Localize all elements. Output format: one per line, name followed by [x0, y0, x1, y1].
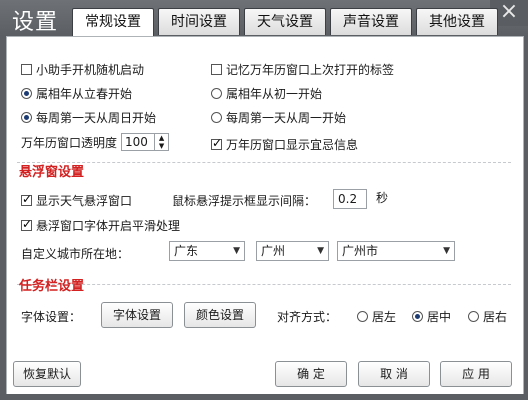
city-select[interactable]: 广州 ▼ — [256, 241, 329, 261]
opacity-spinner[interactable]: ▲ ▼ — [155, 133, 170, 151]
remember-tab-checkbox[interactable] — [211, 64, 222, 75]
align-center-radio-row[interactable]: 居中 — [412, 308, 451, 325]
year-lichun-radio-row[interactable]: 属相年从立春开始 — [21, 85, 132, 102]
tab-general[interactable]: 常规设置 — [72, 8, 154, 37]
apply-button[interactable]: 应 用 — [440, 361, 512, 387]
window-bottom-edge — [0, 394, 528, 400]
align-label: 对齐方式： — [277, 310, 338, 324]
align-center-radio[interactable] — [412, 311, 423, 322]
remember-tab-label: 记忆万年历窗口上次打开的标签 — [226, 63, 395, 77]
opacity-label: 万年历窗口透明度 — [21, 135, 118, 150]
tab-bar: 常规设置 时间设置 天气设置 声音设置 其他设置 — [72, 8, 498, 37]
smooth-font-checkbox[interactable] — [21, 217, 32, 231]
city-value: 广州 — [261, 244, 286, 258]
divider — [17, 284, 511, 285]
smooth-font-label: 悬浮窗口字体开启平滑处理 — [36, 219, 181, 233]
cancel-button[interactable]: 取 消 — [358, 361, 430, 387]
chevron-down-icon: ▼ — [443, 246, 450, 256]
year-lichun-radio[interactable] — [21, 88, 32, 99]
tab-sound[interactable]: 声音设置 — [330, 8, 412, 35]
startup-label: 小助手开机随机启动 — [36, 63, 145, 77]
chevron-down-icon: ▼ — [317, 246, 324, 256]
align-right-radio-row[interactable]: 居右 — [468, 308, 507, 325]
align-left-label: 居左 — [372, 310, 397, 324]
font-setting-label: 字体设置： — [21, 310, 82, 324]
district-select[interactable]: 广州市 ▼ — [337, 241, 455, 261]
show-yiji-label: 万年历窗口显示宜忌信息 — [226, 138, 359, 152]
show-weather-label: 显示天气悬浮窗口 — [36, 194, 133, 208]
window-title: 设置 — [12, 10, 59, 35]
ok-button[interactable]: 确 定 — [275, 361, 347, 387]
opacity-input[interactable]: 100 — [121, 133, 156, 151]
hover-interval-label: 鼠标悬浮提示框显示间隔： — [172, 194, 317, 208]
week-sunday-radio[interactable] — [21, 112, 32, 123]
tab-weather[interactable]: 天气设置 — [244, 8, 326, 35]
tab-time[interactable]: 时间设置 — [158, 8, 240, 35]
spin-up-icon[interactable]: ▲ — [159, 134, 164, 142]
week-sunday-radio-row[interactable]: 每周第一天从周日开始 — [21, 109, 156, 126]
align-right-label: 居右 — [483, 310, 508, 324]
show-yiji-checkbox[interactable] — [211, 136, 222, 150]
year-chuyi-label: 属相年从初一开始 — [226, 87, 323, 101]
smooth-font-checkbox-row[interactable]: 悬浮窗口字体开启平滑处理 — [21, 217, 180, 234]
show-yiji-checkbox-row[interactable]: 万年历窗口显示宜忌信息 — [211, 136, 358, 153]
show-weather-checkbox[interactable] — [21, 192, 32, 206]
startup-checkbox[interactable] — [21, 64, 32, 75]
opacity-row: 万年历窗口透明度 100 ▲ ▼ — [21, 133, 170, 151]
settings-window: 设置 × 常规设置 时间设置 天气设置 声音设置 其他设置 小助手开机随机启动 … — [0, 0, 528, 400]
province-value: 广东 — [174, 244, 199, 258]
hover-interval-row: 0.2 — [333, 189, 367, 209]
spin-down-icon[interactable]: ▼ — [159, 142, 164, 150]
province-select[interactable]: 广东 ▼ — [169, 241, 245, 261]
align-right-radio[interactable] — [468, 311, 479, 322]
district-value: 广州市 — [342, 244, 379, 258]
font-setting-button[interactable]: 字体设置 — [101, 302, 173, 328]
year-chuyi-radio-row[interactable]: 属相年从初一开始 — [211, 85, 322, 102]
week-monday-radio-row[interactable]: 每周第一天从周一开始 — [211, 109, 346, 126]
restore-default-button[interactable]: 恢复默认 — [13, 361, 81, 387]
align-left-radio-row[interactable]: 居左 — [357, 308, 396, 325]
chevron-down-icon: ▼ — [233, 246, 240, 256]
show-weather-checkbox-row[interactable]: 显示天气悬浮窗口 — [21, 192, 132, 209]
year-chuyi-radio[interactable] — [211, 88, 222, 99]
divider — [17, 162, 511, 163]
city-label: 自定义城市所在地： — [21, 247, 130, 261]
align-center-label: 居中 — [427, 310, 452, 324]
hover-unit: 秒 — [376, 191, 389, 205]
week-monday-radio[interactable] — [211, 112, 222, 123]
year-lichun-label: 属相年从立春开始 — [36, 87, 133, 101]
startup-checkbox-row[interactable]: 小助手开机随机启动 — [21, 61, 144, 78]
week-monday-label: 每周第一天从周一开始 — [226, 111, 347, 125]
align-left-radio[interactable] — [357, 311, 368, 322]
float-section-title: 悬浮窗设置 — [19, 165, 85, 180]
color-setting-button[interactable]: 颜色设置 — [184, 302, 256, 328]
hover-interval-input[interactable]: 0.2 — [333, 189, 367, 209]
taskbar-section-title: 任务栏设置 — [19, 279, 85, 294]
tab-other[interactable]: 其他设置 — [416, 8, 498, 35]
settings-panel: 小助手开机随机启动 记忆万年历窗口上次打开的标签 属相年从立春开始 属相年从初一… — [6, 36, 524, 396]
week-sunday-label: 每周第一天从周日开始 — [36, 111, 157, 125]
remember-tab-checkbox-row[interactable]: 记忆万年历窗口上次打开的标签 — [211, 61, 394, 78]
